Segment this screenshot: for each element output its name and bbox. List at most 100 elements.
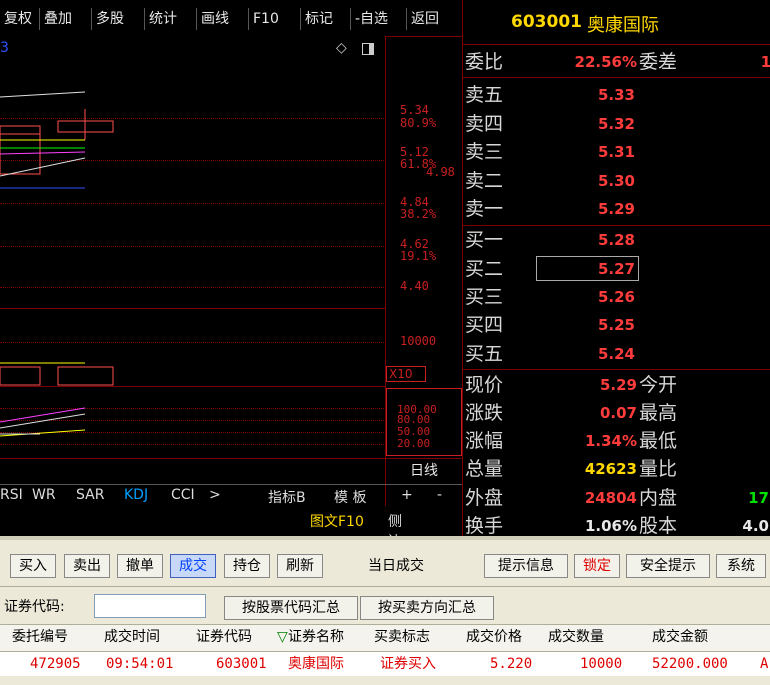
refresh-button[interactable]: 刷新 [277,554,323,578]
col-qty[interactable]: 成交数量 [548,626,604,648]
price-plot [0,91,114,437]
stat-label: 现价 [465,374,504,396]
col-price[interactable]: 成交价格 [466,626,522,648]
weibi-value: 22.56% [574,53,637,71]
panel-title: 当日成交 [368,558,424,574]
cell-extra: A [760,656,769,672]
bid-label: 买五 [465,343,504,365]
toolbar-draw[interactable]: 画线 [197,8,249,30]
stat-label: 外盘 [465,487,504,509]
kline-chart[interactable]: 3 ◇ 5.34 80.9% 5.12 61.8% 4.98 4.84 38.2… [0,36,462,570]
toolbar-overlay[interactable]: 叠加 [40,8,92,30]
period-label[interactable]: 日线 [386,460,462,482]
bid-price[interactable]: 5.24 [563,342,635,366]
last-price: 5.29 [599,376,637,394]
weibi-label: 委比 [465,51,504,73]
bid-price[interactable]: 5.25 [563,313,635,337]
tab-rsi[interactable]: RSI [0,487,23,503]
tab-cci[interactable]: CCI [171,487,195,503]
ask-label: 卖三 [465,141,504,163]
toolbar-statistics[interactable]: 统计 [145,8,197,30]
chart-toolbar: 复权 叠加 多股 统计 画线 F10 标记 -自选 返回 [0,0,462,37]
hint-info-button[interactable]: 提示信息 [484,554,568,578]
zoom-in-button[interactable]: + [401,487,413,503]
toolbar-back[interactable]: 返回 [407,8,462,30]
toolbar-add-watchlist[interactable]: -自选 [351,8,407,30]
cell-amount: 52200.000 [652,656,728,672]
inner-volume: 17 [748,489,769,507]
change-value: 0.07 [599,404,637,422]
security-tips-button[interactable]: 安全提示 [626,554,710,578]
stat-label: 股本 [639,515,678,537]
fib-axis-label: 80.9% [400,116,437,130]
system-button[interactable]: 系统 [716,554,766,578]
tab-sar[interactable]: SAR [76,487,104,503]
ask-price[interactable]: 5.33 [563,83,635,107]
indicator-b-button[interactable]: 指标B [268,487,306,507]
toolbar-multi-stock[interactable]: 多股 [92,8,145,30]
stat-label: 涨幅 [465,430,504,452]
lock-button[interactable]: 锁定 [574,554,620,578]
bid-price[interactable]: 5.27 [563,257,635,281]
ask-price[interactable]: 5.29 [563,197,635,221]
bid-label: 买二 [465,258,504,280]
change-pct: 1.34% [584,432,637,450]
weicha-value: 1 [760,53,770,71]
stat-label: 涨跌 [465,402,504,424]
zoom-out-button[interactable]: - [437,487,442,503]
col-order-no[interactable]: 委托编号 [12,626,68,648]
template-button[interactable]: 模 板 [334,487,366,507]
col-amount[interactable]: 成交金额 [652,626,708,648]
ask-label: 卖四 [465,113,504,135]
cell-qty: 10000 [580,656,623,672]
bid-price[interactable]: 5.26 [563,285,635,309]
col-name[interactable]: 证券名称 [288,626,344,648]
ask-label: 卖二 [465,170,504,192]
stat-label: 总量 [465,458,504,480]
col-side[interactable]: 买卖标志 [374,626,430,648]
col-code[interactable]: 证券代码 [196,626,252,648]
cell-order-no: 472905 [30,656,81,672]
positions-button[interactable]: 持仓 [224,554,270,578]
ask-price[interactable]: 5.31 [563,140,635,164]
cell-time: 09:54:01 [106,656,174,672]
code-input[interactable] [94,594,206,618]
kdj-axis-label: 20.00 [397,437,431,450]
stat-label: 换手 [465,515,504,537]
stat-label: 内盘 [639,487,678,509]
bid-label: 买四 [465,314,504,336]
f10-link[interactable]: 图文F10 [310,511,364,531]
buy-button[interactable]: 买入 [10,554,56,578]
kdj-axis-label: 80.00 [397,413,431,426]
quote-panel: 603001 奥康国际 委比 22.56% 委差 1 卖五 5.33 卖四 5.… [462,0,770,537]
bid-price[interactable]: 5.28 [563,228,635,252]
tab-wr[interactable]: WR [32,487,56,503]
indicator-tab-bar: RSI WR SAR KDJ CCI > 指标B 模 板 + - [0,484,462,509]
ask-price[interactable]: 5.30 [563,169,635,193]
cell-price: 5.220 [490,656,533,672]
toolbar-mark[interactable]: 标记 [301,8,351,30]
price-axis-label: 4.98 [426,165,455,179]
col-time[interactable]: 成交时间 [104,626,160,648]
stat-label: 今开 [639,374,678,396]
code-label: 证券代码: [4,599,65,615]
cancel-order-button[interactable]: 撤单 [117,554,163,578]
sum-by-code-button[interactable]: 按股票代码汇总 [224,596,358,620]
filled-orders-button[interactable]: 成交 [170,554,216,578]
ask-price[interactable]: 5.32 [563,112,635,136]
tab-kdj[interactable]: KDJ [124,487,148,503]
fib-axis-label: 38.2% [400,207,437,221]
sell-button[interactable]: 卖出 [64,554,110,578]
cell-name: 奥康国际 [288,656,344,672]
stock-name: 奥康国际 [587,15,659,36]
outer-volume: 24804 [584,489,637,507]
trade-panel: 买入 卖出 撤单 成交 持仓 刷新 当日成交 提示信息 锁定 安全提示 系统 证… [0,536,770,685]
stat-label: 量比 [639,458,678,480]
sum-by-direction-button[interactable]: 按买卖方向汇总 [360,596,494,620]
share-capital: 4.0 [742,517,769,535]
tab-more[interactable]: > [209,487,221,503]
toolbar-f10[interactable]: F10 [249,8,301,30]
stat-label: 最高 [639,402,678,424]
toolbar-restore-rights[interactable]: 复权 [0,8,40,30]
total-volume: 42623 [584,460,637,478]
